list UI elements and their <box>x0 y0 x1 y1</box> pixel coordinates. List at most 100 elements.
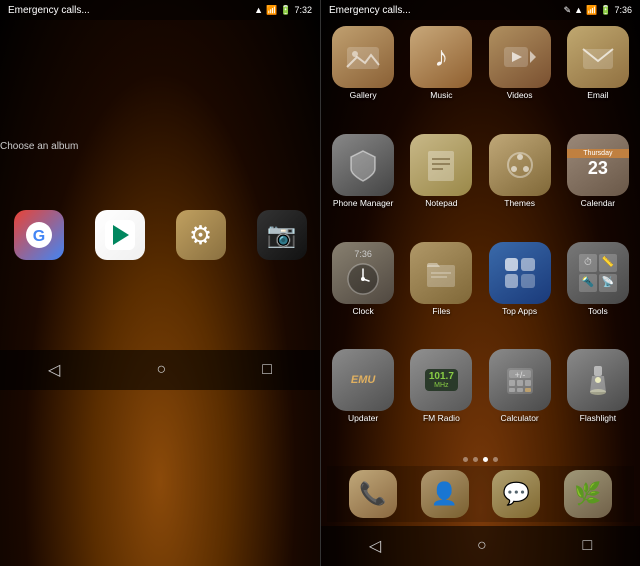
home-button[interactable]: ○ <box>140 357 182 383</box>
music-label: Music <box>430 90 452 100</box>
app-item-email[interactable]: Email <box>562 26 634 128</box>
app-item-files[interactable]: Files <box>405 242 477 344</box>
tools-inner: ⏱ 📏 🔦 📡 <box>579 254 617 292</box>
svg-text:G: G <box>32 228 44 245</box>
themes-label: Themes <box>504 198 535 208</box>
app-item-flashlight[interactable]: Flashlight <box>562 349 634 451</box>
right-dot-1 <box>473 457 478 462</box>
topapps-label: Top Apps <box>502 306 537 316</box>
calendar-icon: Thursday 23 <box>567 134 629 196</box>
app-item-notepad[interactable]: Notepad <box>405 134 477 236</box>
right-status-bar: Emergency calls... ✎ ▲ 📶 🔋 7:36 <box>321 0 640 20</box>
calendar-inner: Thursday 23 <box>567 149 629 180</box>
flashlight-label: Flashlight <box>580 413 616 423</box>
right-bottom-dock: 📞 👤 💬 🌿 <box>327 466 634 522</box>
fm-freq: 101.7 <box>429 371 454 382</box>
left-bg <box>0 0 320 566</box>
camera-icon: 📷 <box>257 210 307 260</box>
app-item-phonemgr[interactable]: Phone Manager <box>327 134 399 236</box>
topapps-inner <box>501 254 539 292</box>
left-status-bar: Emergency calls... ▲ 📶 🔋 7:32 <box>0 0 320 20</box>
right-browser-icon: 🌿 <box>574 481 601 507</box>
right-wifi-icon: ▲ <box>574 5 583 15</box>
right-dock-contacts[interactable]: 👤 <box>421 470 469 518</box>
fm-display: 101.7 MHz <box>425 369 458 391</box>
phonemgr-label: Phone Manager <box>333 198 394 208</box>
fm-label: MHz <box>434 382 448 389</box>
status-time: 7:32 <box>294 5 312 15</box>
calculator-icon: +/- <box>489 349 551 411</box>
choose-album-text: Choose an album <box>0 141 78 152</box>
notepad-icon <box>410 134 472 196</box>
app-item-videos[interactable]: Videos <box>484 26 556 128</box>
tools-label: Tools <box>588 306 608 316</box>
right-dock-browser[interactable]: 🌿 <box>564 470 612 518</box>
right-nav-bar: ◁ ○ □ <box>321 526 640 566</box>
right-contacts-icon: 👤 <box>431 481 458 507</box>
left-phone-panel: Emergency calls... ▲ 📶 🔋 7:32 7:32 PM To… <box>0 0 320 566</box>
right-page-dots <box>327 453 634 466</box>
right-dot-2 <box>483 457 488 462</box>
google-icon: G <box>14 210 64 260</box>
right-signal-icon: 📶 <box>586 5 597 16</box>
clock-time-text: 7:36 <box>354 249 372 259</box>
edit-icon[interactable]: ✎ <box>564 5 572 16</box>
app-item-updater[interactable]: EMU Updater <box>327 349 399 451</box>
right-phone-panel: Emergency calls... ✎ ▲ 📶 🔋 7:36 Gallery … <box>321 0 640 566</box>
app-item-tools[interactable]: ⏱ 📏 🔦 📡 Tools <box>562 242 634 344</box>
right-phone-icon: 📞 <box>359 481 386 507</box>
right-status-time: 7:36 <box>614 5 632 15</box>
calendar-label: Calendar <box>581 198 616 208</box>
left-nav-bar: ◁ ○ □ <box>0 350 320 390</box>
right-messaging-icon: 💬 <box>503 481 530 507</box>
app-item-topapps[interactable]: Top Apps <box>484 242 556 344</box>
files-icon <box>410 242 472 304</box>
topapps-cell-0 <box>505 258 519 272</box>
topapps-cell-2 <box>505 274 519 288</box>
app-item-themes[interactable]: Themes <box>484 134 556 236</box>
app-item-calculator[interactable]: +/- Calculator <box>484 349 556 451</box>
app-item-clock[interactable]: 7:36 Clock <box>327 242 399 344</box>
playstore-icon <box>95 210 145 260</box>
emu-text: EMU <box>351 374 375 386</box>
app-item-calendar[interactable]: Thursday 23 Calendar <box>562 134 634 236</box>
notepad-label: Notepad <box>425 198 457 208</box>
left-status-text: Emergency calls... <box>8 5 90 16</box>
calculator-label: Calculator <box>500 413 538 423</box>
flashlight-icon <box>567 349 629 411</box>
app-item-music[interactable]: ♪ Music <box>405 26 477 128</box>
clock-icon: 7:36 <box>332 242 394 304</box>
right-dock-messaging[interactable]: 💬 <box>492 470 540 518</box>
music-icon: ♪ <box>410 26 472 88</box>
left-status-icons: ▲ 📶 🔋 7:32 <box>254 5 312 16</box>
email-label: Email <box>587 90 608 100</box>
app-item-gallery[interactable]: Gallery <box>327 26 399 128</box>
right-battery-icon: 🔋 <box>600 5 611 16</box>
videos-label: Videos <box>507 90 533 100</box>
right-home-button[interactable]: ○ <box>461 533 503 559</box>
clock-label: Clock <box>352 306 373 316</box>
wifi-icon: ▲ <box>254 5 263 15</box>
fmradio-icon: 101.7 MHz <box>410 349 472 411</box>
signal-icon: 📶 <box>266 5 277 16</box>
fmradio-label: FM Radio <box>423 413 460 423</box>
settings-icon: ⚙ <box>176 210 226 260</box>
right-recent-button[interactable]: □ <box>566 533 608 559</box>
tool-cell-2: 🔦 <box>579 274 597 292</box>
right-status-text: Emergency calls... <box>329 5 411 16</box>
tool-cell-1: 📏 <box>599 254 617 272</box>
app-item-fmradio[interactable]: 101.7 MHz FM Radio <box>405 349 477 451</box>
right-app-grid: Gallery ♪ Music Videos E <box>327 24 634 453</box>
recent-button[interactable]: □ <box>246 357 288 383</box>
right-back-button[interactable]: ◁ <box>353 532 397 560</box>
updater-label: Updater <box>348 413 378 423</box>
gallery-label: Gallery <box>350 90 377 100</box>
right-dock-phone[interactable]: 📞 <box>349 470 397 518</box>
gallery-icon <box>332 26 394 88</box>
cal-header: Thursday <box>567 149 629 158</box>
right-dot-3 <box>493 457 498 462</box>
back-button[interactable]: ◁ <box>32 356 76 384</box>
topapps-cell-3 <box>521 274 535 288</box>
svg-text:+/-: +/- <box>514 370 525 380</box>
tools-icon: ⏱ 📏 🔦 📡 <box>567 242 629 304</box>
